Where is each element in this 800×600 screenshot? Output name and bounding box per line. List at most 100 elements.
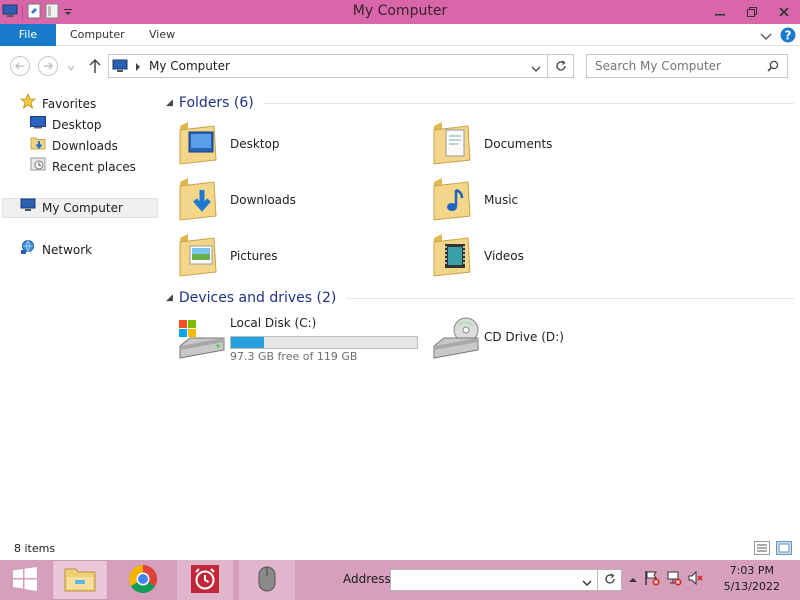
- downloads-folder-icon: [178, 176, 218, 225]
- folder-label: Desktop: [230, 137, 280, 151]
- folder-tile-music[interactable]: Music: [432, 174, 672, 226]
- disk-usage-fill: [231, 337, 265, 348]
- nav-item-label: Desktop: [52, 118, 102, 132]
- nav-favorites-label: Favorites: [42, 97, 97, 111]
- navigation-bar: My Computer: [0, 47, 800, 85]
- network-status-icon[interactable]: [666, 570, 682, 589]
- address-dropdown-icon[interactable]: [531, 62, 541, 76]
- help-icon[interactable]: ?: [780, 27, 796, 46]
- volume-muted-icon[interactable]: [688, 570, 704, 589]
- window-title: My Computer: [352, 3, 448, 19]
- folder-label: Videos: [484, 249, 524, 263]
- title-bar[interactable]: My Computer: [0, 0, 800, 24]
- folder-label: Music: [484, 193, 519, 207]
- minimize-button[interactable]: [704, 0, 736, 24]
- start-button[interactable]: [0, 560, 50, 600]
- documents-folder-icon: [432, 120, 472, 169]
- back-button[interactable]: [10, 56, 30, 76]
- expand-ribbon-icon[interactable]: [760, 30, 772, 44]
- network-icon: [20, 239, 36, 261]
- nav-item-label: My Computer: [42, 201, 123, 215]
- computer-icon: [20, 198, 36, 218]
- address-bar[interactable]: My Computer: [108, 54, 574, 78]
- view-switcher: [754, 541, 792, 558]
- nav-favorites[interactable]: Favorites: [19, 92, 97, 115]
- computer-icon: [112, 59, 128, 76]
- windows-logo-icon: [12, 566, 38, 594]
- tab-computer[interactable]: Computer: [56, 24, 139, 46]
- address-dropdown-icon[interactable]: [582, 576, 592, 590]
- chrome-icon: [128, 564, 158, 597]
- star-icon: [19, 92, 37, 115]
- tab-view[interactable]: View: [135, 24, 189, 46]
- taskbar-address-label: Address: [343, 572, 391, 586]
- close-button[interactable]: [768, 0, 800, 24]
- nav-downloads[interactable]: Downloads: [30, 136, 118, 156]
- forward-button[interactable]: [38, 56, 58, 76]
- system-clock[interactable]: 7:03 PM 5/13/2022: [724, 563, 780, 595]
- folders-group-title: Folders (6): [178, 95, 254, 111]
- nav-network[interactable]: Network: [20, 240, 92, 260]
- ribbon: File Computer View ?: [0, 24, 800, 46]
- drives-group-header[interactable]: ◢ Devices and drives (2): [166, 288, 794, 308]
- videos-folder-icon: [432, 232, 472, 281]
- file-explorer-icon: [64, 565, 96, 596]
- search-input[interactable]: [588, 56, 758, 76]
- collapse-chevron-icon[interactable]: ◢: [166, 293, 173, 303]
- nav-my-computer[interactable]: My Computer: [2, 198, 158, 218]
- mouse-icon: [257, 565, 277, 596]
- folder-label: Documents: [484, 137, 553, 151]
- pictures-folder-icon: [178, 232, 218, 281]
- details-view-icon[interactable]: [754, 541, 770, 558]
- breadcrumb-chevron-icon[interactable]: [135, 61, 141, 75]
- action-center-flag-icon[interactable]: [644, 570, 660, 589]
- clock-date: 5/13/2022: [723, 580, 780, 593]
- drive-tile-local-disk[interactable]: Local Disk (C:) 97.3 GB free of 119 GB: [178, 314, 438, 364]
- refresh-button[interactable]: [547, 54, 573, 78]
- search-icon[interactable]: [767, 60, 779, 75]
- downloads-folder-icon: [30, 135, 46, 157]
- folder-tile-videos[interactable]: Videos: [432, 230, 672, 282]
- nav-item-label: Downloads: [52, 139, 118, 153]
- taskbar-mouse-app[interactable]: [239, 560, 295, 600]
- window-controls: [704, 0, 800, 24]
- taskbar-file-explorer[interactable]: [52, 560, 108, 600]
- status-bar: 8 items: [0, 538, 800, 560]
- folder-tile-documents[interactable]: Documents: [432, 118, 672, 170]
- cd-drive-icon: [432, 316, 480, 365]
- taskbar-address-go-button[interactable]: [598, 569, 622, 591]
- drive-name: CD Drive (D:): [484, 330, 564, 344]
- item-count: 8 items: [14, 542, 56, 555]
- folders-group-header[interactable]: ◢ Folders (6): [166, 93, 794, 113]
- taskbar-chrome[interactable]: [115, 560, 171, 600]
- restore-button[interactable]: [736, 0, 768, 24]
- address-path: My Computer: [149, 59, 230, 73]
- hard-drive-icon: [178, 318, 226, 363]
- recent-locations-chevron-icon[interactable]: [67, 61, 75, 75]
- nav-desktop[interactable]: Desktop: [30, 115, 102, 135]
- folder-tile-desktop[interactable]: Desktop: [178, 118, 418, 170]
- folder-tile-pictures[interactable]: Pictures: [178, 230, 418, 282]
- ribbon-controls: ?: [760, 27, 796, 46]
- drive-name: Local Disk (C:): [230, 316, 317, 330]
- up-arrow-icon[interactable]: [88, 58, 102, 77]
- alarm-clock-icon: [190, 564, 220, 597]
- nav-recent-places[interactable]: Recent places: [30, 157, 136, 177]
- search-box[interactable]: [586, 54, 788, 78]
- recent-places-icon: [30, 156, 46, 178]
- taskbar-alarms[interactable]: [177, 560, 233, 600]
- drive-tile-cd-drive[interactable]: CD Drive (D:): [432, 314, 692, 364]
- taskbar-address-field[interactable]: [390, 569, 598, 591]
- nav-item-label: Recent places: [52, 160, 136, 174]
- taskbar: Address 7:03 PM 5/13/2022: [0, 560, 800, 600]
- folder-label: Pictures: [230, 249, 278, 263]
- show-hidden-icons-icon[interactable]: [628, 573, 638, 587]
- collapse-chevron-icon[interactable]: ◢: [166, 98, 173, 108]
- folder-label: Downloads: [230, 193, 296, 207]
- folder-tile-downloads[interactable]: Downloads: [178, 174, 418, 226]
- large-icons-view-icon[interactable]: [776, 541, 792, 558]
- disk-usage-bar: [230, 336, 418, 349]
- tab-file[interactable]: File: [0, 24, 56, 46]
- nav-item-label: Network: [42, 243, 93, 257]
- content-area: ◢ Folders (6) Desktop Documents Download…: [162, 86, 800, 536]
